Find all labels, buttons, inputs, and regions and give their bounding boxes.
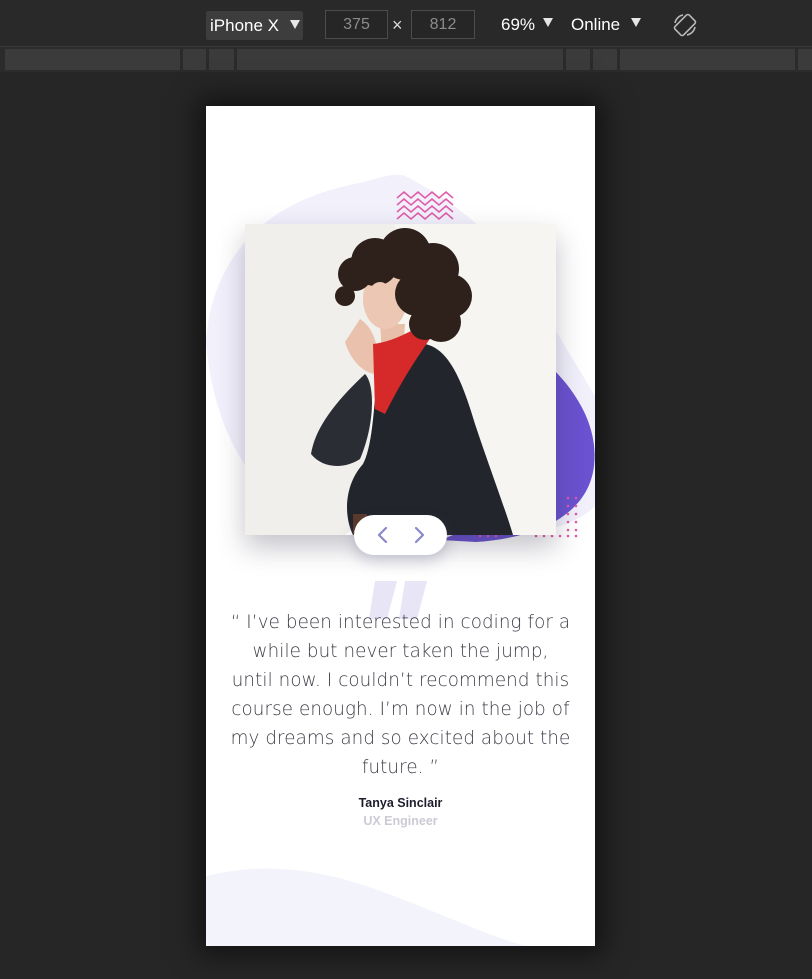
device-dropdown-icon	[290, 20, 300, 29]
dimension-separator: ×	[392, 15, 403, 35]
previous-button[interactable]	[368, 521, 398, 549]
bottom-blob	[206, 868, 526, 946]
media-query-segment[interactable]	[593, 49, 617, 70]
media-query-segment[interactable]	[237, 49, 563, 70]
media-query-segment[interactable]	[566, 49, 590, 70]
media-query-segment[interactable]	[209, 49, 234, 70]
zoom-select[interactable]: 69%	[501, 13, 535, 37]
network-throttle-select[interactable]: Online	[571, 13, 620, 37]
media-query-bar	[0, 47, 812, 72]
zigzag-pattern	[396, 191, 454, 220]
chevron-right-icon	[414, 526, 425, 544]
media-query-segment[interactable]	[620, 49, 795, 70]
network-dropdown-icon[interactable]	[631, 18, 641, 27]
testimonial-quote: “ I’ve been interested in coding for a w…	[230, 612, 571, 778]
zoom-dropdown-icon[interactable]	[543, 18, 553, 27]
media-query-segment[interactable]	[183, 49, 206, 70]
next-button[interactable]	[404, 521, 434, 549]
author-name: Tanya Sinclair	[358, 796, 443, 810]
testimonial-photo	[245, 224, 556, 535]
media-query-segment[interactable]	[5, 49, 180, 70]
chevron-left-icon	[377, 526, 388, 544]
author-role: UX Engineer	[363, 814, 438, 828]
device-viewport: “ I’ve been interested in coding for a w…	[206, 106, 595, 946]
device-toolbar: iPhone X 375 × 812 69% Online	[0, 0, 812, 47]
device-select-label: iPhone X	[210, 16, 279, 35]
device-select[interactable]: iPhone X	[206, 11, 303, 40]
width-input[interactable]: 375	[325, 10, 388, 39]
rotate-icon[interactable]	[672, 12, 698, 38]
slider-controls	[354, 515, 447, 555]
media-query-segment[interactable]	[798, 49, 812, 70]
height-input[interactable]: 812	[411, 10, 475, 39]
